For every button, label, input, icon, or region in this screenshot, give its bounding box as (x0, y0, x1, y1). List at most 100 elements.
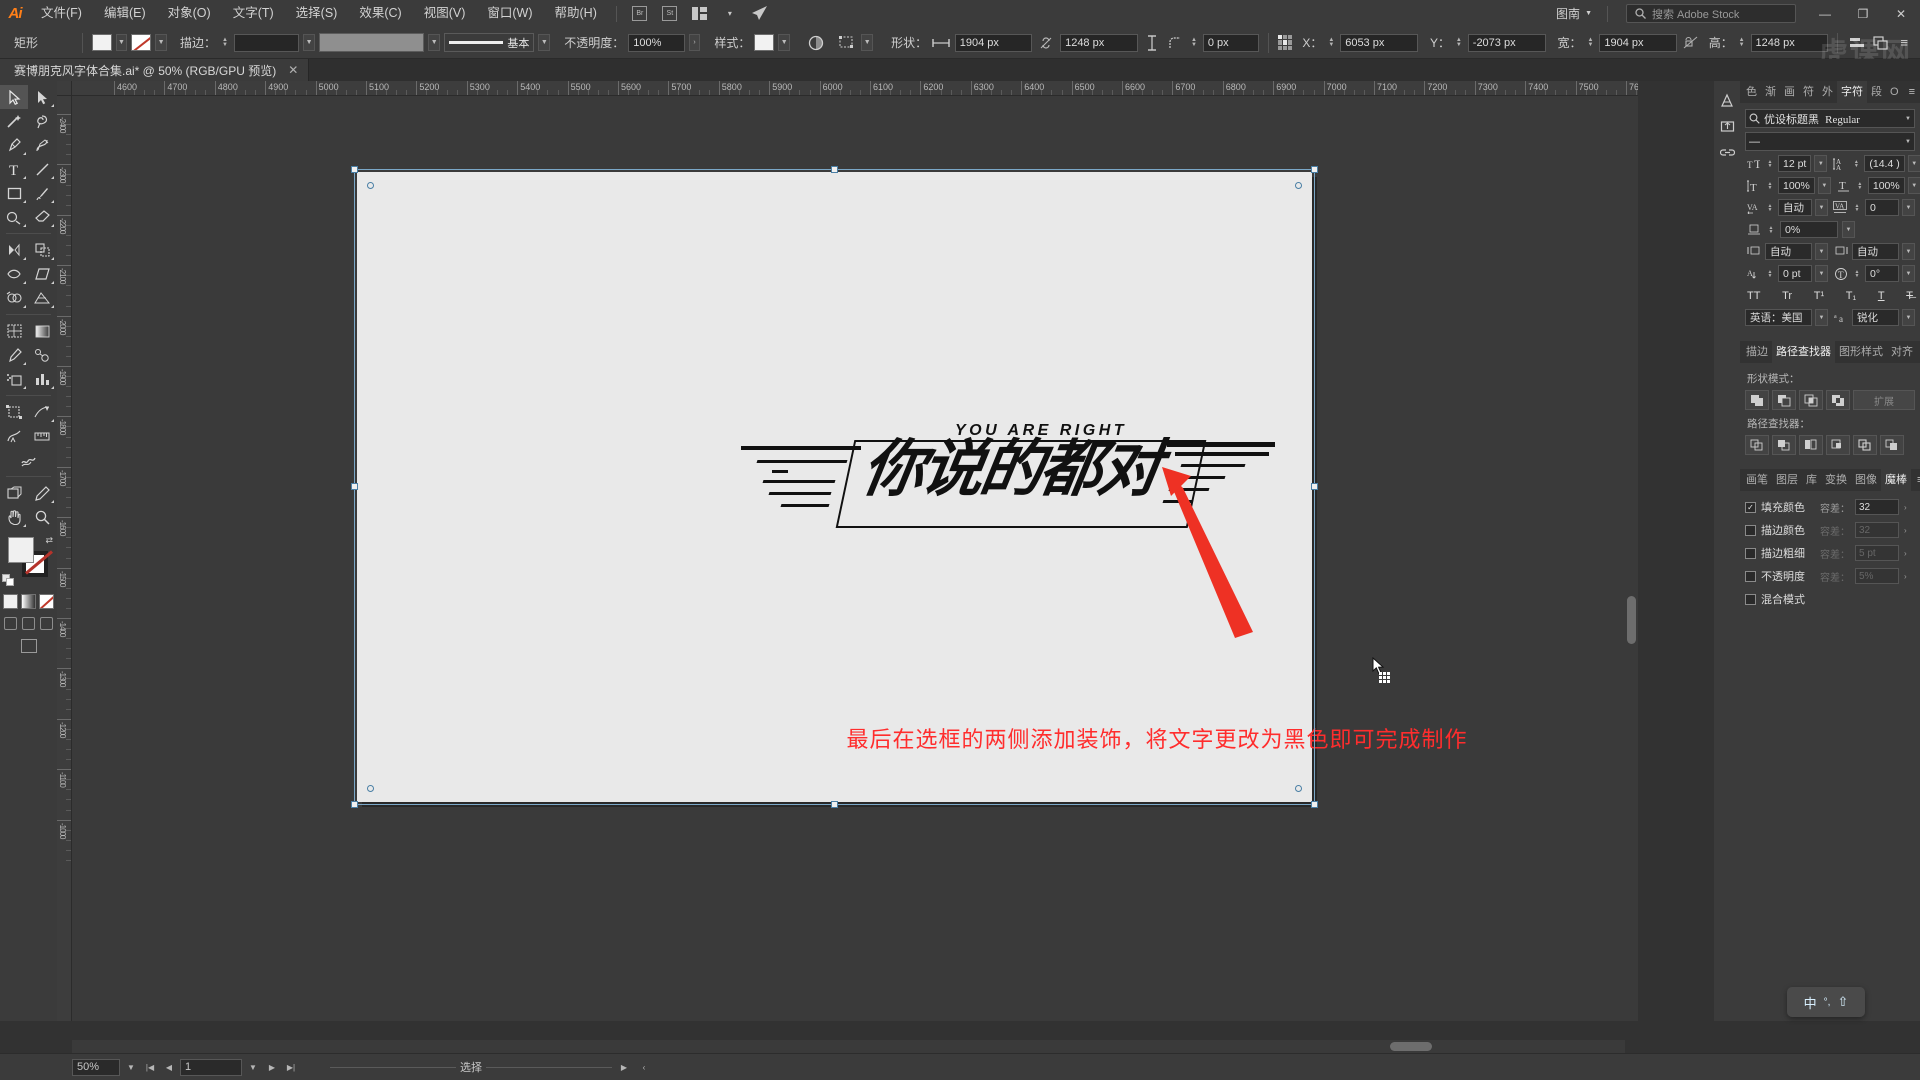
first-page-icon[interactable]: |◀ (142, 1059, 158, 1076)
leading-stepper[interactable]: ▲ ▼ (1851, 155, 1861, 172)
zoom-level-field[interactable]: 50% (72, 1058, 120, 1076)
tab-opentype[interactable]: O (1886, 81, 1903, 103)
type-tool[interactable]: T (0, 157, 28, 181)
opacity-checkbox[interactable] (1745, 570, 1756, 582)
leading-field[interactable]: (14.4 ) (1864, 155, 1905, 172)
minus-back-icon[interactable] (1880, 435, 1904, 455)
default-fill-stroke-icon[interactable] (2, 574, 15, 587)
width-tool[interactable] (0, 262, 28, 286)
punctuation-icon[interactable]: °, (1824, 997, 1831, 1008)
slice-tool[interactable] (28, 400, 56, 424)
all-caps-button[interactable]: TT (1747, 290, 1760, 302)
pen-tool[interactable] (0, 133, 28, 157)
horizontal-scale-stepper[interactable]: ▲ ▼ (1855, 177, 1865, 194)
status-resize-icon[interactable]: ‹ (636, 1059, 652, 1076)
selection-handle-bl[interactable] (367, 785, 374, 792)
outline-icon[interactable] (1853, 435, 1877, 455)
expand-button[interactable]: 扩展 (1853, 390, 1915, 410)
opacity-field[interactable]: 100% (628, 33, 685, 52)
kerning-stepper[interactable]: ▲ ▼ (1765, 199, 1775, 216)
horizontal-ruler[interactable]: 4600 4700 4800 4900 5000 5100 5200 5300 5400 5500… (72, 81, 1638, 96)
prev-page-icon[interactable]: ◀ (161, 1059, 177, 1076)
stroke-weight-checkbox[interactable] (1745, 547, 1756, 559)
selection-handle-br[interactable] (1295, 785, 1302, 792)
stroke-weight-slider-icon[interactable]: › (1904, 549, 1907, 558)
graphic-style-dropdown[interactable]: ▼ (778, 34, 791, 51)
anti-alias-field[interactable]: 锐化 (1852, 309, 1899, 326)
opacity-tolerance-field[interactable]: 5% (1855, 568, 1899, 584)
selection-handle-tr[interactable] (1295, 182, 1302, 189)
tab-brushes2[interactable]: 画笔 (1742, 469, 1772, 491)
baseline-shift-stepper[interactable]: ▲ ▼ (1765, 265, 1775, 282)
font-family-selector[interactable]: 优设标题黑 Regular ▼ (1745, 109, 1915, 128)
trim-icon[interactable] (1772, 435, 1796, 455)
bbox-handle-tr[interactable] (1311, 166, 1318, 173)
font-size-stepper[interactable]: ▲ ▼ (1765, 155, 1775, 172)
corner-radius-field[interactable]: 0 px (1202, 33, 1260, 52)
bridge-icon[interactable]: Br (628, 4, 652, 24)
tab-magic-wand[interactable]: 魔棒 (1881, 469, 1911, 491)
tab-brushes[interactable]: 画 (1780, 81, 1799, 103)
character-rotation-stepper[interactable]: ▲ ▼ (1852, 265, 1862, 282)
tab-appearance[interactable]: 外 (1818, 81, 1837, 103)
ime-shape-icon[interactable]: ⇧ (1837, 994, 1848, 1010)
tab-symbols[interactable]: 符 (1799, 81, 1818, 103)
canvas-area[interactable]: YOU ARE RIGHT 你说的都对 最后在选框的两侧添加装饰，将文字更改为黑… (72, 96, 1638, 1021)
maximize-button[interactable]: ❐ (1844, 0, 1882, 27)
normal-screen-icon[interactable] (4, 617, 17, 630)
next-page-icon[interactable]: ▶ (264, 1059, 280, 1076)
shaper-tool[interactable] (0, 205, 28, 229)
zoom-dropdown-icon[interactable]: ▼ (123, 1059, 139, 1076)
links-panel-icon[interactable] (1714, 139, 1740, 165)
document-tab[interactable]: 赛博朋克风字体合集.ai* @ 50% (RGB/GPU 预览) ✕ (0, 59, 310, 81)
puppet-warp-tool[interactable] (0, 424, 28, 448)
font-size-field[interactable]: 12 pt (1778, 155, 1812, 172)
left-aki-dropdown[interactable]: ▼ (1815, 243, 1828, 260)
stroke-color-slider-icon[interactable]: › (1904, 526, 1907, 535)
merge-icon[interactable] (1799, 435, 1823, 455)
menu-window[interactable]: 窗口(W) (476, 0, 543, 27)
underline-button[interactable]: T (1878, 290, 1885, 302)
stroke-weight-dropdown[interactable]: ▼ (303, 34, 315, 51)
stroke-weight-field[interactable] (233, 33, 300, 52)
menu-view[interactable]: 视图(V) (413, 0, 477, 27)
fill-swatch-dropdown[interactable]: ▼ (115, 34, 128, 51)
draw-normal-icon[interactable] (20, 639, 37, 653)
minus-front-icon[interactable] (1772, 390, 1796, 410)
close-button[interactable]: ✕ (1882, 0, 1920, 27)
unite-icon[interactable] (1745, 390, 1769, 410)
small-caps-button[interactable]: Tr (1782, 290, 1792, 302)
bbox-handle-tc[interactable] (830, 166, 838, 173)
y-position-field[interactable]: -2073 px (1467, 33, 1546, 52)
paintbrush-tool[interactable] (28, 181, 56, 205)
gradient-icon[interactable] (21, 594, 36, 609)
stroke-color-swatch[interactable] (131, 34, 152, 51)
more-options-icon[interactable]: ≡ (1894, 33, 1914, 53)
status-dropdown-icon[interactable]: ▶ (616, 1059, 632, 1076)
stroke-profile-selector[interactable]: 基本 (444, 33, 535, 52)
height-stepper[interactable]: ▲ ▼ (1737, 34, 1747, 51)
kerning-field[interactable]: 自动 (1778, 199, 1812, 216)
stock-search-input[interactable]: 搜索 Adobe Stock (1626, 4, 1796, 23)
blend-mode-checkbox[interactable] (1745, 593, 1756, 605)
lasso-tool[interactable] (28, 109, 56, 133)
right-aki-dropdown[interactable]: ▼ (1902, 243, 1915, 260)
status-indicator[interactable]: 选择 ▶ ‹ (330, 1059, 652, 1076)
color-guide-panel-icon[interactable] (1714, 87, 1740, 113)
exclude-icon[interactable] (1826, 390, 1850, 410)
tab-align[interactable]: 对齐 (1887, 341, 1917, 363)
language-dropdown[interactable]: ▼ (1815, 309, 1828, 326)
menu-help[interactable]: 帮助(H) (544, 0, 608, 27)
free-warp-tool[interactable] (15, 448, 43, 472)
superscript-button[interactable]: T¹ (1814, 290, 1824, 302)
horizontal-scale-dropdown[interactable]: ▼ (1907, 177, 1920, 194)
vertical-scale-field[interactable]: 100% (1778, 177, 1815, 194)
bbox-handle-bl[interactable] (351, 801, 358, 808)
transform-dropdown[interactable]: ▼ (861, 34, 874, 51)
chevron-down-icon[interactable]: ▼ (1905, 116, 1911, 122)
left-aki-field[interactable]: 自动 (1765, 243, 1812, 260)
shape-builder-tool[interactable] (0, 286, 28, 310)
tracking-dropdown[interactable]: ▼ (1902, 199, 1915, 216)
vertical-scale-dropdown[interactable]: ▼ (1817, 177, 1831, 194)
graphic-style-swatch[interactable] (754, 34, 775, 51)
